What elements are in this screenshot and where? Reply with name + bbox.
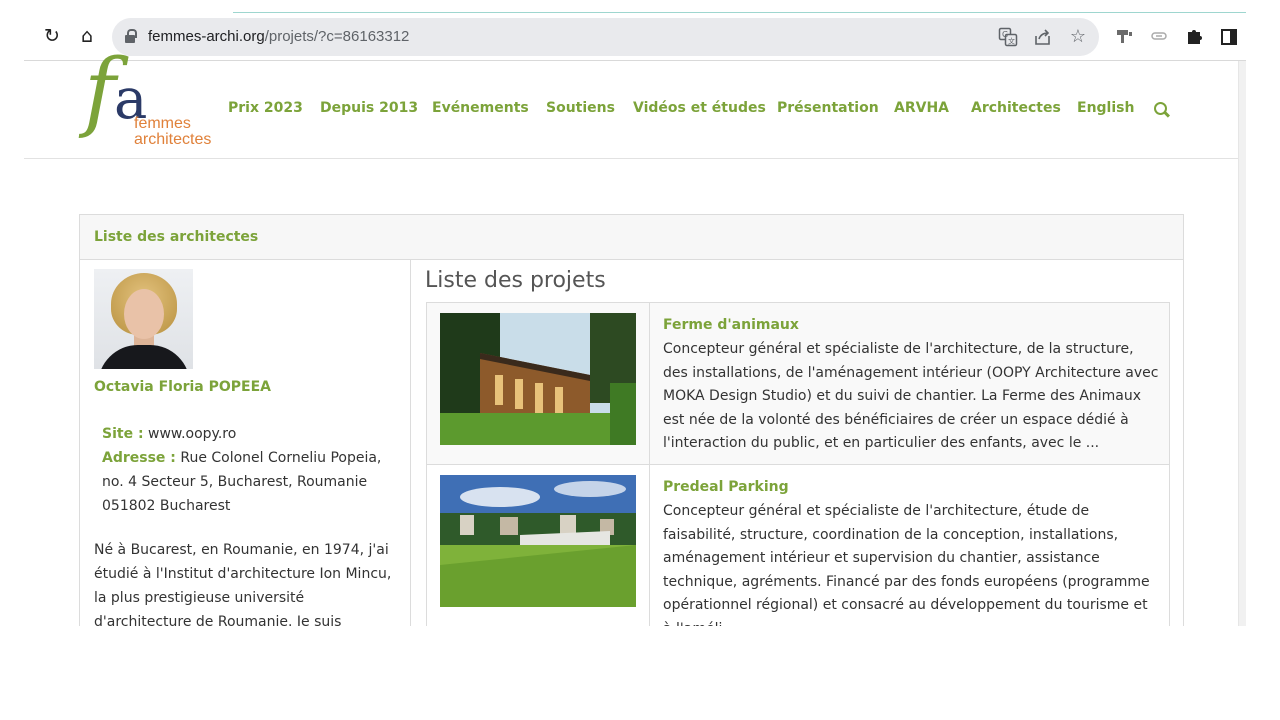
address-line: Adresse : Rue Colonel Corneliu Popeia, n… bbox=[102, 446, 402, 518]
architect-panel: Liste des architectes Octavia Floria POP… bbox=[79, 214, 1184, 626]
header-divider bbox=[24, 158, 1238, 159]
menu-item-depuis-2013[interactable]: Depuis 2013 bbox=[320, 100, 418, 116]
address-label: Adresse : bbox=[102, 450, 176, 466]
architect-contact: Site : www.oopy.ro Adresse : Rue Colonel… bbox=[102, 422, 402, 518]
menu-item-presentation[interactable]: Présentation bbox=[777, 100, 879, 116]
browser-toolbar: ↻ ⌂ femmes-archi.org/projets/?c=86163312… bbox=[0, 14, 1280, 60]
project-thumbnail-farm[interactable] bbox=[440, 313, 636, 445]
toolbar-divider bbox=[24, 60, 1246, 61]
logo-mark-f: f bbox=[84, 41, 116, 141]
scrollbar[interactable] bbox=[1238, 61, 1246, 626]
sidepanel-icon[interactable] bbox=[1218, 26, 1240, 48]
projects-heading: Liste des projets bbox=[425, 268, 606, 293]
puzzle-icon[interactable] bbox=[1183, 26, 1205, 48]
address-bar[interactable]: femmes-archi.org/projets/?c=86163312 G文 … bbox=[112, 18, 1099, 56]
share-icon[interactable] bbox=[1033, 27, 1053, 47]
project-text: Ferme d'animaux Concepteur général et sp… bbox=[663, 315, 1159, 456]
project-title[interactable]: Predeal Parking bbox=[663, 477, 1159, 497]
project-description: Concepteur général et spécialiste de l'a… bbox=[663, 341, 1159, 452]
tab-strip-edge bbox=[233, 12, 1246, 13]
panel-header: Liste des architectes bbox=[80, 215, 1183, 260]
site-logo[interactable]: f a femmes architectes bbox=[84, 48, 219, 156]
search-icon[interactable] bbox=[1154, 102, 1170, 118]
link-icon[interactable] bbox=[1148, 26, 1170, 48]
panel-title[interactable]: Liste des architectes bbox=[94, 229, 258, 245]
project-thumbnail-parking[interactable] bbox=[440, 475, 636, 607]
svg-text:文: 文 bbox=[1008, 37, 1015, 46]
project-thumb-cell bbox=[427, 303, 650, 464]
photo-face bbox=[124, 289, 164, 339]
project-thumb-cell bbox=[427, 465, 650, 626]
menu-item-videos-etudes[interactable]: Vidéos et études bbox=[633, 100, 766, 116]
menu-item-architectes[interactable]: Architectes bbox=[971, 100, 1061, 116]
architect-sidebar: Octavia Floria POPEEA Site : www.oopy.ro… bbox=[80, 260, 411, 626]
project-title[interactable]: Ferme d'animaux bbox=[663, 315, 1159, 335]
project-text: Predeal Parking Concepteur général et sp… bbox=[663, 477, 1159, 626]
projects-column: Liste des projets Ferme d'animaux Concep… bbox=[411, 260, 1183, 626]
url-host: femmes-archi.org bbox=[148, 28, 265, 45]
projects-table: Ferme d'animaux Concepteur général et sp… bbox=[426, 302, 1170, 626]
site-link[interactable]: www.oopy.ro bbox=[148, 426, 236, 442]
project-row: Predeal Parking Concepteur général et sp… bbox=[427, 465, 1169, 626]
menu-item-prix-2023[interactable]: Prix 2023 bbox=[228, 100, 303, 116]
architect-bio: Né à Bucarest, en Roumanie, en 1974, j'a… bbox=[94, 542, 392, 626]
menu-item-arvha[interactable]: ARVHA bbox=[894, 100, 949, 116]
photo-body bbox=[98, 345, 190, 369]
logo-word-architectes: architectes bbox=[134, 131, 212, 148]
menu-item-soutiens[interactable]: Soutiens bbox=[546, 100, 615, 116]
star-icon[interactable]: ☆ bbox=[1068, 27, 1088, 47]
site-label: Site : bbox=[102, 426, 144, 442]
architect-name[interactable]: Octavia Floria POPEEA bbox=[94, 379, 271, 395]
lock-icon[interactable] bbox=[125, 29, 137, 43]
menu-item-english[interactable]: English bbox=[1077, 100, 1134, 116]
url-path: /projets/?c=86163312 bbox=[264, 28, 410, 45]
project-description: Concepteur général et spécialiste de l'a… bbox=[663, 503, 1150, 626]
logo-word-femmes: femmes bbox=[134, 115, 191, 132]
menu-item-evenements[interactable]: Evénements bbox=[432, 100, 529, 116]
translate-icon[interactable]: G文 bbox=[998, 27, 1018, 47]
architect-photo bbox=[94, 269, 193, 369]
url-text[interactable]: femmes-archi.org/projets/?c=86163312 bbox=[148, 28, 409, 45]
extension-icon[interactable] bbox=[1113, 26, 1135, 48]
reload-icon[interactable]: ↻ bbox=[40, 24, 64, 48]
project-row: Ferme d'animaux Concepteur général et sp… bbox=[427, 303, 1169, 465]
site-line: Site : www.oopy.ro bbox=[102, 422, 402, 446]
